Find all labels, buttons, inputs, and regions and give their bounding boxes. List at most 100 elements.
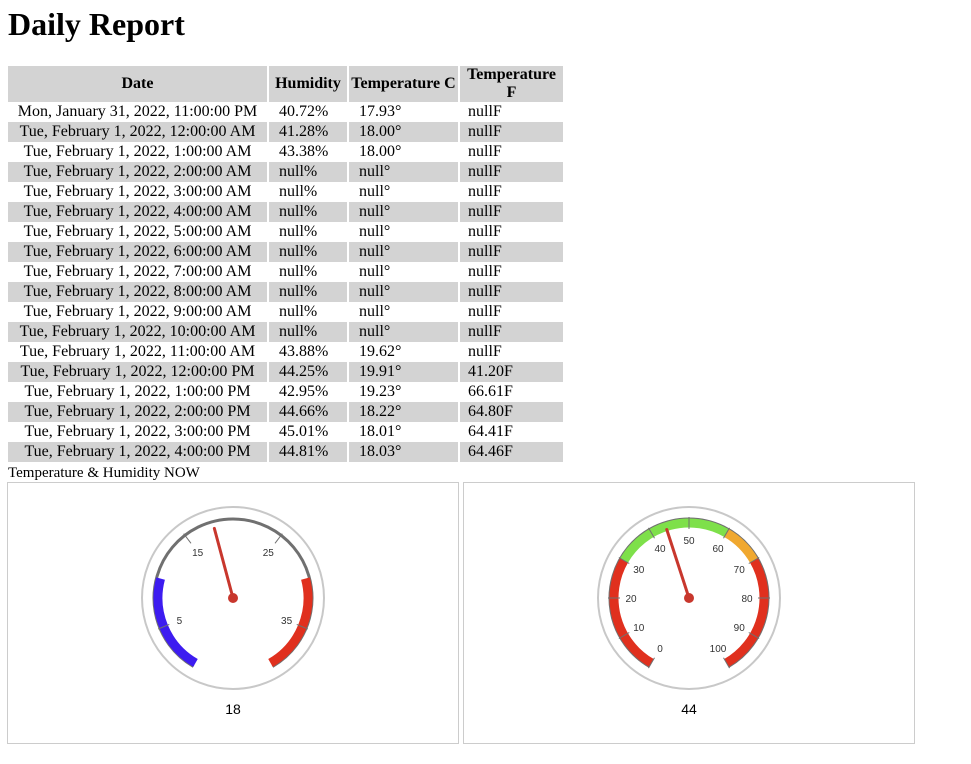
cell-humidity: null% — [269, 282, 347, 302]
cell-date: Tue, February 1, 2022, 12:00:00 PM — [8, 362, 267, 382]
cell-humidity: 43.38% — [279, 143, 329, 160]
cell-date: Tue, February 1, 2022, 11:00:00 AM — [19, 343, 256, 360]
gauge-tick-label: 5 — [177, 616, 183, 627]
cell-humidity: 45.01% — [279, 423, 329, 440]
cell-humidity: 43.88% — [279, 343, 329, 360]
table-row: Tue, February 1, 2022, 8:00:00 AM null% nu… — [8, 282, 563, 302]
gauge-tick-label: 30 — [633, 565, 645, 576]
gauge-tick-label: 10 — [633, 623, 645, 634]
cell-temp-f: 66.61F — [468, 383, 513, 400]
cell-humidity: null% — [269, 322, 347, 342]
cell-date: Tue, February 1, 2022, 1:00:00 AM — [23, 143, 252, 160]
cell-humidity: null% — [279, 263, 318, 280]
cell-temp-f: nullF — [468, 263, 502, 280]
table-row: Tue, February 1, 2022, 3:00:00 AM null% nu… — [8, 182, 563, 202]
cell-temp-c: 18.01° — [359, 423, 402, 440]
gauge-tick-label: 20 — [625, 594, 637, 605]
cell-temp-f: 64.41F — [468, 423, 513, 440]
cell-humidity: null% — [279, 223, 318, 240]
header-humidity: Humidity — [269, 66, 347, 102]
gauge-tick-label: 25 — [263, 548, 275, 559]
cell-temp-c: null° — [349, 202, 458, 222]
cell-temp-c: 19.23° — [359, 383, 402, 400]
table-row: Mon, January 31, 2022, 11:00:00 PM 40.72%… — [8, 102, 563, 122]
cell-humidity: null% — [279, 183, 318, 200]
table-row: Tue, February 1, 2022, 3:00:00 PM 45.01% 1… — [8, 422, 563, 442]
cell-temp-f: nullF — [460, 162, 563, 182]
cell-date: Tue, February 1, 2022, 5:00:00 AM — [23, 223, 252, 240]
cell-temp-c: 18.00° — [349, 122, 458, 142]
cell-humidity: 41.28% — [269, 122, 347, 142]
table-row: Tue, February 1, 2022, 10:00:00 AM null% n… — [8, 322, 563, 342]
cell-date: Tue, February 1, 2022, 12:00:00 AM — [8, 122, 267, 142]
cell-humidity: null% — [269, 162, 347, 182]
cell-date: Tue, February 1, 2022, 4:00:00 AM — [8, 202, 267, 222]
cell-date: Tue, February 1, 2022, 7:00:00 AM — [23, 263, 252, 280]
gauge-value-label: 44 — [681, 701, 697, 717]
cell-temp-f: nullF — [460, 122, 563, 142]
cell-temp-c: null° — [359, 223, 391, 240]
table-row: Tue, February 1, 2022, 2:00:00 PM 44.66% 1… — [8, 402, 563, 422]
table-row: Tue, February 1, 2022, 11:00:00 AM 43.88%… — [8, 342, 563, 362]
cell-temp-c: null° — [349, 242, 458, 262]
table-row: Tue, February 1, 2022, 7:00:00 AM null% nu… — [8, 262, 563, 282]
header-date: Date — [8, 66, 267, 102]
cell-temp-c: null° — [349, 162, 458, 182]
cell-temp-c: null° — [359, 183, 391, 200]
table-row: Tue, February 1, 2022, 2:00:00 AM null% nu… — [8, 162, 563, 182]
temperature-gauge: 5 15 25 35 18 — [141, 506, 325, 717]
humidity-gauge-panel: 0 10 20 30 40 50 60 70 80 90 100 44 — [463, 482, 915, 744]
cell-temp-f: 64.80F — [460, 402, 563, 422]
now-caption: Temperature & Humidity NOW — [8, 465, 200, 481]
cell-date: Tue, February 1, 2022, 3:00:00 PM — [24, 423, 251, 440]
cell-temp-f: nullF — [468, 143, 502, 160]
cell-humidity: null% — [279, 303, 318, 320]
gauge-tick-label: 0 — [657, 644, 663, 655]
cell-date: Tue, February 1, 2022, 10:00:00 AM — [8, 322, 267, 342]
cell-date: Tue, February 1, 2022, 1:00:00 PM — [24, 383, 251, 400]
cell-temp-f: 41.20F — [460, 362, 563, 382]
daily-report-table: Date Humidity Temperature C Temperature … — [6, 66, 565, 462]
cell-humidity: 44.66% — [269, 402, 347, 422]
table-body: Mon, January 31, 2022, 11:00:00 PM 40.72%… — [8, 102, 563, 462]
gauge-value-label: 18 — [225, 701, 241, 717]
cell-temp-c: 17.93° — [359, 103, 402, 120]
header-temp-f: Temperature F — [460, 66, 563, 102]
cell-temp-c: null° — [359, 263, 391, 280]
cell-temp-f: nullF — [460, 242, 563, 262]
gauge-needle-hub — [684, 593, 694, 603]
cell-temp-c: null° — [349, 322, 458, 342]
cell-temp-c: 18.03° — [349, 442, 458, 462]
gauge-tick-label: 70 — [734, 565, 746, 576]
cell-temp-f: nullF — [468, 183, 502, 200]
header-temp-c: Temperature C — [349, 66, 458, 102]
gauge-tick-label: 100 — [710, 644, 727, 655]
cell-temp-c: 18.22° — [349, 402, 458, 422]
cell-date: Tue, February 1, 2022, 3:00:00 AM — [23, 183, 252, 200]
gauge-tick-label: 35 — [281, 616, 293, 627]
table-row: Tue, February 1, 2022, 1:00:00 AM 43.38% 1… — [8, 142, 563, 162]
cell-date: Tue, February 1, 2022, 6:00:00 AM — [8, 242, 267, 262]
table-row: Tue, February 1, 2022, 4:00:00 AM null% nu… — [8, 202, 563, 222]
cell-temp-f: nullF — [460, 282, 563, 302]
table-row: Tue, February 1, 2022, 12:00:00 PM 44.25%… — [8, 362, 563, 382]
cell-humidity: 40.72% — [279, 103, 329, 120]
table-row: Tue, February 1, 2022, 1:00:00 PM 42.95% 1… — [8, 382, 563, 402]
cell-temp-f: nullF — [468, 223, 502, 240]
gauge-tick-label: 40 — [654, 544, 666, 555]
table-row: Tue, February 1, 2022, 9:00:00 AM null% nu… — [8, 302, 563, 322]
table-header-row: Date Humidity Temperature C Temperature … — [8, 66, 563, 102]
humidity-gauge: 0 10 20 30 40 50 60 70 80 90 100 44 — [597, 506, 781, 717]
cell-temp-c: 19.91° — [349, 362, 458, 382]
cell-date: Tue, February 1, 2022, 2:00:00 AM — [8, 162, 267, 182]
cell-humidity: null% — [269, 202, 347, 222]
gauge-tick-label: 60 — [712, 544, 724, 555]
cell-temp-f: 64.46F — [460, 442, 563, 462]
cell-temp-c: 19.62° — [359, 343, 402, 360]
cell-temp-c: 18.00° — [359, 143, 402, 160]
cell-temp-c: null° — [359, 303, 391, 320]
table-row: Tue, February 1, 2022, 6:00:00 AM null% nu… — [8, 242, 563, 262]
table-row: Tue, February 1, 2022, 4:00:00 PM 44.81% 1… — [8, 442, 563, 462]
cell-humidity: 44.81% — [269, 442, 347, 462]
gauge-needle-hub — [228, 593, 238, 603]
